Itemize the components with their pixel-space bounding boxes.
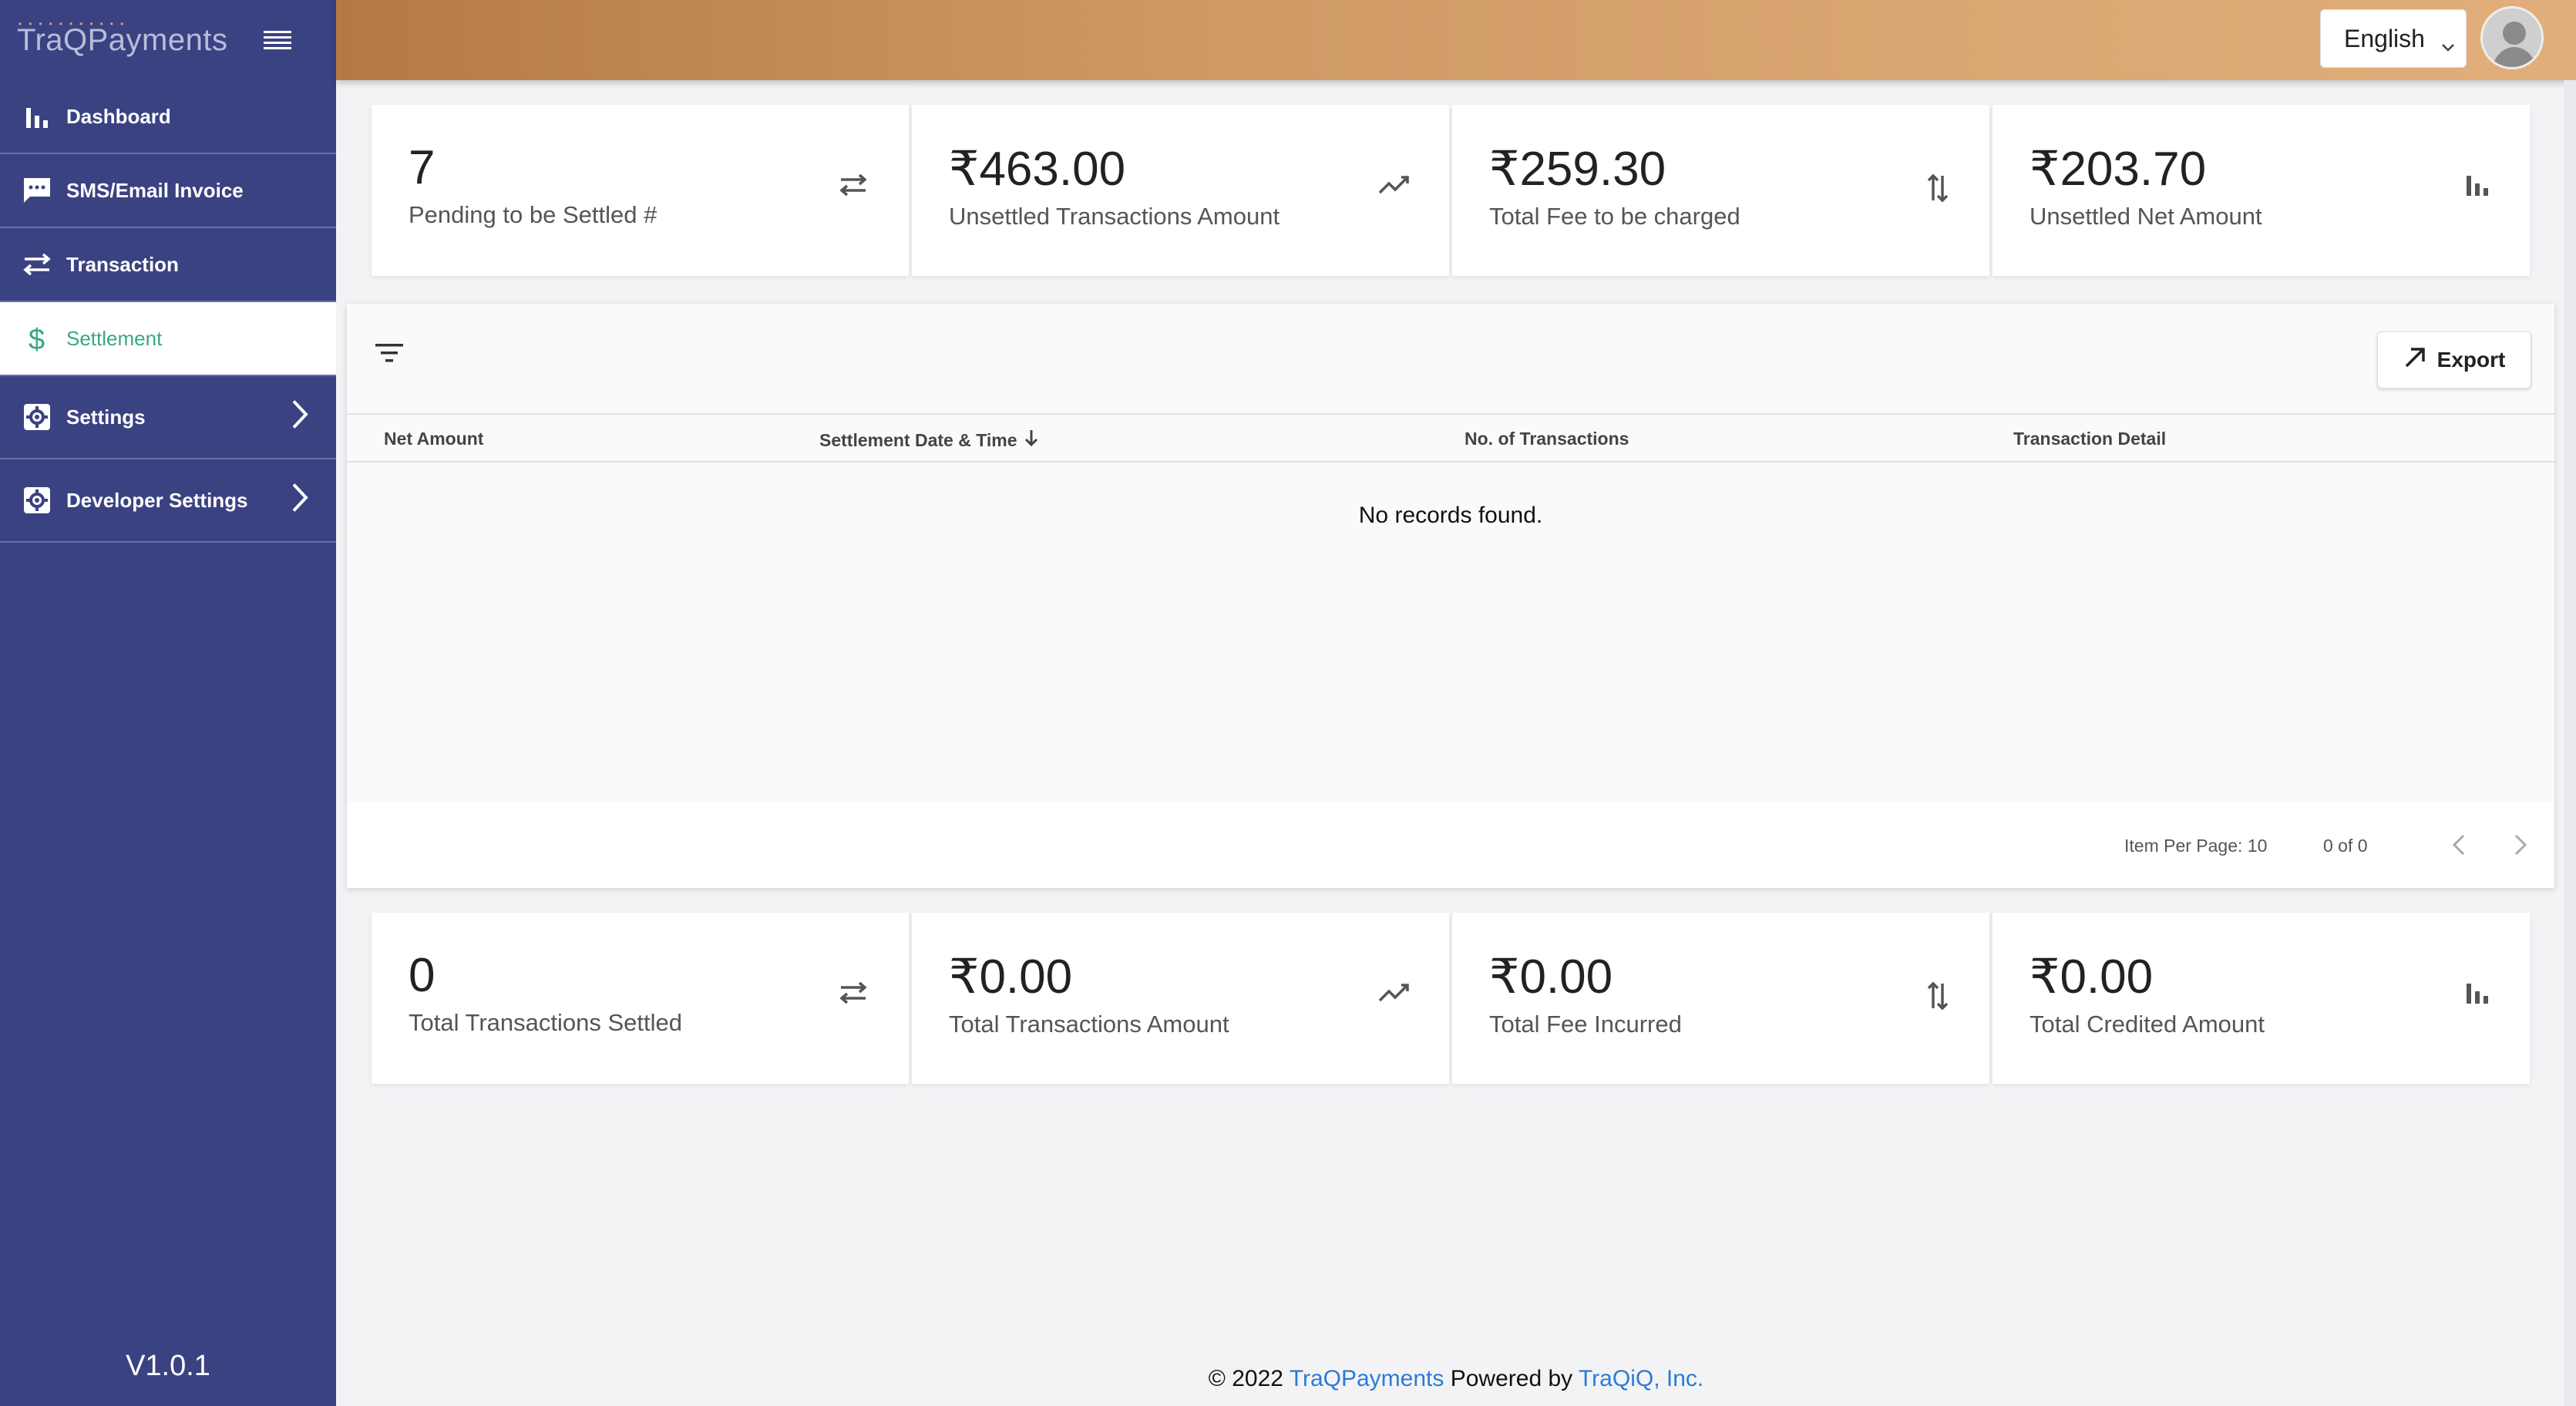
table-header: Net Amount Settlement Date & Time No. of… <box>347 413 2554 462</box>
language-select[interactable]: English <box>2320 9 2467 68</box>
sidebar-item-label: Dashboard <box>66 104 171 128</box>
app-version: V1.0.1 <box>126 1350 210 1382</box>
column-header-label: Settlement Date & Time <box>819 429 1017 450</box>
stat-card-net-amount: ₹203.70 Unsettled Net Amount <box>1993 105 2530 276</box>
column-header-transaction-detail[interactable]: Transaction Detail <box>2013 429 2166 449</box>
sidebar-item-label: Developer Settings <box>66 488 248 512</box>
stat-label: Total Transactions Amount <box>949 1011 1229 1038</box>
paginator: Item Per Page: 10 0 of 0 <box>347 802 2554 888</box>
next-page-button[interactable] <box>2505 829 2536 860</box>
column-header-settlement-date[interactable]: Settlement Date & Time <box>819 429 1038 452</box>
empty-state-message: No records found. <box>1358 503 1543 528</box>
language-select-value: English <box>2344 24 2425 52</box>
settlement-table-panel: Export Net Amount Settlement Date & Time… <box>347 304 2554 888</box>
gear-icon <box>22 485 52 516</box>
chevron-right-icon <box>291 399 308 436</box>
filter-icon[interactable] <box>370 338 409 368</box>
stat-label: Total Transactions Settled <box>409 1009 682 1036</box>
stat-label: Total Fee Incurred <box>1489 1011 1682 1038</box>
items-per-page[interactable]: Item Per Page: 10 <box>2124 836 2267 856</box>
sidebar-item-developer-settings[interactable]: Developer Settings <box>0 459 336 543</box>
swap-icon <box>22 249 52 280</box>
column-header-net-amount[interactable]: Net Amount <box>384 429 483 449</box>
stat-label: Unsettled Transactions Amount <box>949 203 1280 230</box>
stat-label: Pending to be Settled # <box>409 201 657 228</box>
sidebar-item-transaction[interactable]: Transaction <box>0 228 336 302</box>
brand-dots: ••••••••••• <box>18 18 131 29</box>
powered-by-text: Powered by <box>1450 1366 1573 1391</box>
stat-card-unsettled-amount: ₹463.00 Unsettled Transactions Amount <box>912 105 1449 276</box>
brand-logo[interactable]: ••••••••••• TraQPayments <box>17 18 227 58</box>
avatar[interactable] <box>2480 6 2544 69</box>
column-header-label: Transaction Detail <box>2013 429 2167 449</box>
stat-value: ₹0.00 <box>1489 950 1613 1004</box>
stat-value: ₹0.00 <box>949 950 1073 1004</box>
stat-value: ₹259.30 <box>1489 143 1666 196</box>
column-header-label: No. of Transactions <box>1465 429 1629 449</box>
sidebar-item-label: Settlement <box>66 326 163 350</box>
menu-toggle-icon[interactable] <box>263 29 292 52</box>
stat-card-pending-count: 7 Pending to be Settled # <box>372 105 909 276</box>
sidebar-item-label: Transaction <box>66 252 179 276</box>
stat-value: 7 <box>409 141 435 194</box>
stat-label: Total Credited Amount <box>2030 1011 2265 1038</box>
settled-stats-row: 0 Total Transactions Settled ₹0.00 Total… <box>372 913 2530 1084</box>
svg-text:$: $ <box>29 324 45 354</box>
swap-icon <box>838 980 869 1009</box>
message-icon <box>22 175 52 206</box>
stat-label: Total Fee to be charged <box>1489 203 1740 230</box>
page-scrollbar[interactable] <box>2564 80 2576 1406</box>
stat-value: 0 <box>409 949 435 1002</box>
swap-icon <box>838 173 869 201</box>
sort-arrows-icon <box>1926 173 1949 207</box>
trending-icon <box>1378 980 1409 1007</box>
export-button-label: Export <box>2436 348 2506 372</box>
arrow-up-right-icon <box>2403 346 2426 375</box>
stat-card-total-amount: ₹0.00 Total Transactions Amount <box>912 913 1449 1084</box>
chevron-right-icon <box>291 483 308 519</box>
column-header-label: Net Amount <box>384 429 484 449</box>
sidebar-item-dashboard[interactable]: Dashboard <box>0 80 336 154</box>
gear-icon <box>22 402 52 432</box>
sidebar-item-sms-email-invoice[interactable]: SMS/Email Invoice <box>0 154 336 228</box>
trending-icon <box>1378 173 1409 200</box>
column-header-no-of-transactions[interactable]: No. of Transactions <box>1465 429 1629 449</box>
bar-chart-icon <box>22 101 52 132</box>
stat-card-settled-count: 0 Total Transactions Settled <box>372 913 909 1084</box>
previous-page-button[interactable] <box>2443 829 2474 860</box>
stat-card-fee-to-charge: ₹259.30 Total Fee to be charged <box>1452 105 1989 276</box>
sidebar-item-label: Settings <box>66 405 146 429</box>
stat-value: ₹463.00 <box>949 143 1126 196</box>
brand-link[interactable]: TraQPayments <box>1290 1366 1444 1391</box>
sidebar-item-settlement[interactable]: $ Settlement <box>0 302 336 376</box>
export-button[interactable]: Export <box>2377 331 2531 388</box>
table-toolbar: Export <box>347 304 2554 413</box>
stat-label: Unsettled Net Amount <box>2030 203 2262 230</box>
page-range: 0 of 0 <box>2323 836 2368 856</box>
stat-value: ₹203.70 <box>2030 143 2207 196</box>
copyright-text: © 2022 <box>1208 1366 1283 1391</box>
stat-card-fee-incurred: ₹0.00 Total Fee Incurred <box>1452 913 1989 1084</box>
sidebar: ••••••••••• TraQPayments Dashboard SMS/E… <box>0 0 336 1406</box>
bar-chart-icon <box>2465 173 2490 200</box>
company-link[interactable]: TraQiQ, Inc. <box>1579 1366 1703 1391</box>
page-footer: © 2022 TraQPayments Powered by TraQiQ, I… <box>336 1366 2576 1392</box>
sidebar-nav: Dashboard SMS/Email Invoice Transaction … <box>0 80 336 543</box>
sidebar-item-label: SMS/Email Invoice <box>66 178 244 202</box>
bar-chart-icon <box>2465 980 2490 1007</box>
sort-arrows-icon <box>1926 980 1949 1015</box>
top-bar <box>336 0 2576 80</box>
chevron-down-icon <box>2441 30 2455 59</box>
dollar-icon: $ <box>22 323 52 354</box>
sidebar-item-settings[interactable]: Settings <box>0 376 336 459</box>
pending-stats-row: 7 Pending to be Settled # ₹463.00 Unsett… <box>372 105 2530 276</box>
stat-value: ₹0.00 <box>2030 950 2154 1004</box>
brand-bar: ••••••••••• TraQPayments <box>0 0 336 80</box>
arrow-down-icon <box>1024 429 1038 452</box>
stat-card-credited-amount: ₹0.00 Total Credited Amount <box>1993 913 2530 1084</box>
